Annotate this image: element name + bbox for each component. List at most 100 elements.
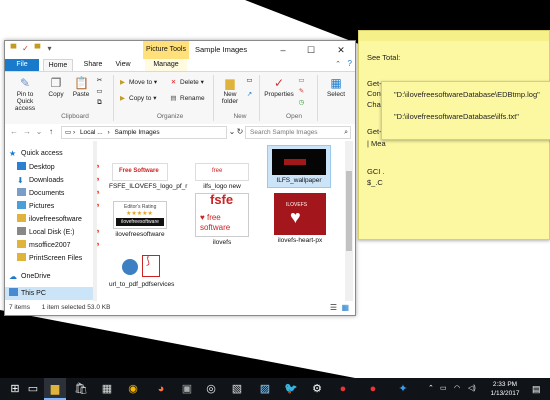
app-icon-3[interactable]: ✦	[392, 378, 414, 400]
clock[interactable]: 2:33 PM 1/13/2017	[484, 380, 526, 398]
cut-button[interactable]: ✂	[95, 76, 106, 85]
copy-button[interactable]: ❐ Copy	[45, 76, 67, 98]
breadcrumb-folder[interactable]: Sample Images	[115, 129, 160, 136]
history-icon: ◷	[298, 99, 305, 106]
tab-share[interactable]: Share	[79, 59, 107, 71]
rename-button[interactable]: ▤ Rename	[169, 94, 204, 103]
breadcrumb-separator: ›	[107, 129, 110, 136]
ribbon-tabs: File Home Share View Manage ⌃ ?	[5, 59, 355, 71]
file-item[interactable]: Editor's Rating ★★★★★ ilovefreesoftware …	[109, 201, 171, 239]
new-item-button[interactable]: ▭	[245, 76, 256, 85]
file-item[interactable]: ILOVEFS ♥ ilovefs-heart-px	[269, 193, 331, 245]
open-button[interactable]: ▭	[297, 76, 308, 85]
file-item[interactable]: ⟆ url_to_pdf_pdfservices	[109, 251, 174, 289]
calendar-icon[interactable]: ▦	[96, 378, 118, 400]
close-button[interactable]: ✕	[329, 41, 353, 59]
minimize-button[interactable]: –	[271, 41, 295, 59]
copy-path-button[interactable]: ▭	[95, 87, 106, 96]
paste-shortcut-button[interactable]: ⧉	[95, 98, 106, 107]
large-icons-view-icon[interactable]: ▦	[341, 301, 349, 315]
scroll-thumb[interactable]	[346, 171, 352, 251]
back-icon[interactable]: ←	[9, 126, 19, 138]
sidebar-item-printscreen-files[interactable]: PrintScreen Files	[17, 252, 105, 265]
collapse-ribbon-icon[interactable]: ⌃	[335, 60, 341, 68]
settings-icon[interactable]: ⚙	[306, 378, 328, 400]
volume-icon[interactable]: ◁)	[468, 378, 476, 400]
delete-button[interactable]: ✕ Delete ▾	[169, 78, 204, 87]
select-button[interactable]: ▦ Select	[321, 76, 351, 98]
sidebar-item-desktop[interactable]: Desktop📌	[17, 161, 105, 174]
up-icon[interactable]: ↑	[46, 126, 56, 138]
new-folder-icon: ▆	[225, 76, 235, 90]
notification-icon[interactable]: ▤	[532, 378, 541, 400]
chrome-icon[interactable]: ◉	[122, 378, 144, 400]
new-folder-icon[interactable]: ▀	[33, 44, 42, 53]
image-icon[interactable]: ▧	[226, 378, 248, 400]
sticky-line: GCI .	[367, 167, 385, 176]
sidebar-item-quick-access[interactable]: ★ Quick access	[9, 147, 97, 160]
wifi-icon[interactable]: ◠	[454, 378, 460, 400]
help-icon[interactable]: ?	[348, 59, 352, 68]
sticky-line: "D:\ilovefreesoftwareDatabase\EDBtmp.log…	[394, 90, 540, 99]
file-thumbnail: ⟆	[114, 251, 166, 279]
file-thumbnail: fsfe ♥ free software	[195, 193, 249, 237]
history-button[interactable]: ◷	[297, 98, 308, 107]
tab-manage[interactable]: Manage	[145, 59, 187, 71]
recent-chevron-icon[interactable]: ⌄	[34, 126, 44, 138]
easy-access-button[interactable]: ↗	[245, 90, 256, 99]
move-to-button[interactable]: ▶ Move to ▾	[118, 78, 157, 87]
twitter-icon[interactable]: 🐦	[280, 378, 302, 400]
sidebar-item-msoffice2007[interactable]: msoffice2007📌	[17, 239, 105, 252]
file-explorer-icon[interactable]: ▆	[44, 378, 66, 400]
image-viewer-icon[interactable]: ▨	[254, 378, 276, 400]
copy-to-button[interactable]: ▶ Copy to ▾	[118, 94, 156, 103]
app-icon-2[interactable]: ●	[362, 378, 384, 400]
sidebar-item-this-pc[interactable]: This PC	[5, 287, 93, 300]
properties-button[interactable]: ✓ Properties	[263, 76, 295, 98]
network-icon[interactable]: ⌃	[428, 378, 434, 400]
breadcrumb-root[interactable]: Local ...	[80, 129, 103, 136]
file-item-selected[interactable]: ILFS_wallpaper	[267, 145, 331, 188]
navigation-scrollbar[interactable]	[93, 141, 97, 301]
address-bar[interactable]: ▭ › Local ... › Sample Images	[61, 126, 227, 139]
title-bar: ▀ ✓ ▀ ▾ Picture Tools Sample Images – ☐ …	[5, 41, 355, 59]
firefox-icon[interactable]: ◕	[150, 378, 172, 400]
sidebar-item-onedrive[interactable]: ☁ OneDrive	[9, 270, 97, 283]
file-item[interactable]: free ilfs_logo new	[191, 151, 253, 191]
capture-icon[interactable]: ◎	[200, 378, 222, 400]
sidebar-item-documents[interactable]: Documents📌	[17, 187, 105, 200]
content-scrollbar[interactable]	[345, 141, 353, 301]
battery-icon[interactable]: ▭	[440, 378, 447, 400]
sidebar-item-local-disk-e[interactable]: Local Disk (E:)📌	[17, 226, 105, 239]
properties-check-icon[interactable]: ✓	[21, 44, 30, 53]
pin-quick-access-button[interactable]: ✎ Pin to Quick access	[8, 76, 42, 112]
ribbon: ✎ Pin to Quick access ❐ Copy 📋 Paste ✂ ▭…	[5, 71, 355, 125]
edit-button[interactable]: ✎	[297, 87, 308, 96]
sticky-note-secondary[interactable]: "D:\ilovefreesoftwareDatabase\EDBtmp.log…	[381, 81, 550, 140]
tab-view[interactable]: View	[111, 59, 135, 71]
sidebar-item-pictures[interactable]: Pictures📌	[17, 200, 105, 213]
customize-dropdown-icon[interactable]: ▾	[45, 44, 54, 53]
sticky-note-header[interactable]	[359, 31, 549, 41]
details-view-icon[interactable]: ☰	[330, 301, 337, 315]
app-icon[interactable]: ●	[332, 378, 354, 400]
new-folder-button[interactable]: ▆ New folder	[217, 76, 243, 105]
forward-icon[interactable]: →	[22, 126, 32, 138]
folder-icon[interactable]: ▀	[9, 44, 18, 53]
search-input[interactable]: Search Sample Images ⌕	[245, 126, 351, 139]
file-item[interactable]: fsfe ♥ free software ilovefs	[191, 193, 253, 247]
sticky-line: $_.C	[367, 178, 383, 187]
store-icon[interactable]: 🛍	[70, 378, 92, 400]
maximize-button[interactable]: ☐	[299, 41, 323, 59]
sidebar-item-ilovefreesoftware[interactable]: ilovefreesoftware	[17, 213, 105, 226]
task-view-icon[interactable]: ▭	[22, 378, 44, 400]
tab-file[interactable]: File	[5, 59, 39, 71]
media-icon[interactable]: ▣	[176, 378, 198, 400]
star-icon: ★	[9, 149, 17, 158]
refresh-icon[interactable]: ↻	[235, 126, 245, 138]
paste-button[interactable]: 📋 Paste	[69, 76, 93, 98]
tab-home[interactable]: Home	[43, 59, 73, 71]
copy-to-icon: ▶	[120, 95, 125, 102]
sidebar-item-downloads[interactable]: ⬇Downloads📌	[17, 174, 105, 187]
file-item[interactable]: Free Software FSFE_ILOVEFS_logo_pf_r	[109, 151, 187, 191]
